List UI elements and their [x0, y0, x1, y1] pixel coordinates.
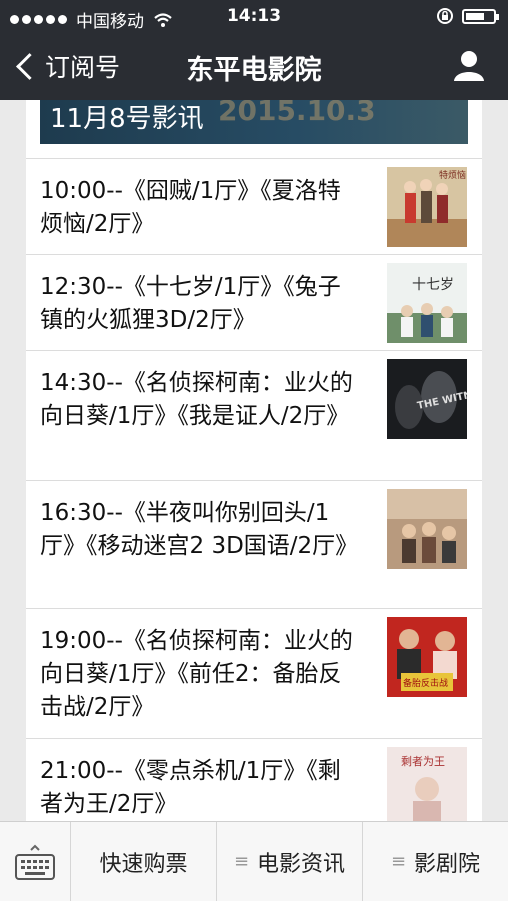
status-time: 14:13	[226, 6, 282, 26]
schedule-row: 19:00--《名侦探柯南：业火的向日葵/1厅》《前任2：备胎反击战/2厅》 备…	[26, 608, 482, 739]
movie-poster-thumbnail[interactable]: THE WITNESS	[387, 359, 467, 439]
schedule-text: 19:00--《名侦探柯南：业火的向日葵/1厅》《前任2：备胎反击战/2厅》	[40, 628, 353, 720]
movie-poster-thumbnail[interactable]: 十七岁	[387, 263, 467, 343]
movie-poster-thumbnail[interactable]: 剩者为王	[387, 747, 467, 821]
article-content[interactable]: 2015.10.3 11月8号影讯 10:00--《囧贼/1厅》《夏洛特烦恼/2…	[26, 100, 482, 821]
quick-ticket-tab[interactable]: 快速购票	[70, 822, 216, 901]
tab-label: 快速购票	[99, 851, 188, 877]
tab-label: 电影资讯	[257, 851, 346, 877]
menu-icon: ≡	[233, 851, 250, 872]
profile-icon[interactable]	[452, 48, 486, 82]
theater-tab[interactable]: ≡ 影剧院	[362, 822, 508, 901]
movie-poster-thumbnail[interactable]: 备胎反击战	[387, 617, 467, 697]
movie-poster-thumbnail[interactable]	[387, 489, 467, 569]
schedule-text: 10:00--《囧贼/1厅》《夏洛特烦恼/2厅》	[40, 178, 341, 237]
schedule-row: 16:30--《半夜叫你别回头/1厅》《移动迷宫2 3D国语/2厅》	[26, 480, 482, 609]
poster-text: 特烦恼	[439, 169, 466, 181]
bottom-menu-bar: 快速购票 ≡ 电影资讯 ≡ 影剧院	[0, 821, 508, 901]
poster-text: 十七岁	[412, 277, 454, 293]
keyboard-toggle-button[interactable]	[0, 822, 70, 901]
page-title: 东平电影院	[186, 55, 322, 86]
movie-poster-thumbnail[interactable]: 特烦恼	[387, 167, 467, 247]
menu-icon: ≡	[390, 851, 407, 872]
poster-text: 备胎反击战	[403, 677, 448, 689]
schedule-text: 21:00--《零点杀机/1厅》《剩者为王/2厅》	[40, 758, 341, 817]
article-banner: 2015.10.3 11月8号影讯	[40, 100, 468, 144]
poster-text: 剩者为王	[401, 755, 445, 768]
schedule-text: 16:30--《半夜叫你别回头/1厅》《移动迷宫2 3D国语/2厅》	[40, 500, 359, 559]
nav-bar: 订阅号 东平电影院	[0, 34, 508, 100]
schedule-row: 21:00--《零点杀机/1厅》《剩者为王/2厅》 剩者为王	[26, 738, 482, 821]
rotation-lock-icon	[437, 8, 453, 24]
schedule-text: 12:30--《十七岁/1厅》《兔子镇的火狐狸3D/2厅》	[40, 274, 341, 333]
banner-watermark: 2015.10.3	[218, 100, 376, 127]
banner-title: 11月8号影讯	[50, 104, 204, 134]
schedule-row: 10:00--《囧贼/1厅》《夏洛特烦恼/2厅》 特烦恼	[26, 158, 482, 255]
keyboard-icon	[15, 844, 55, 880]
schedule-row: 12:30--《十七岁/1厅》《兔子镇的火狐狸3D/2厅》 十七岁	[26, 254, 482, 351]
schedule-row: 14:30--《名侦探柯南：业火的向日葵/1厅》《我是证人/2厅》 THE WI…	[26, 350, 482, 481]
status-bar: 中国移动 14:13	[0, 0, 508, 34]
schedule-text: 14:30--《名侦探柯南：业火的向日葵/1厅》《我是证人/2厅》	[40, 370, 353, 429]
battery-icon	[462, 8, 499, 24]
tab-label: 影剧院	[414, 851, 481, 877]
movie-news-tab[interactable]: ≡ 电影资讯	[216, 822, 362, 901]
